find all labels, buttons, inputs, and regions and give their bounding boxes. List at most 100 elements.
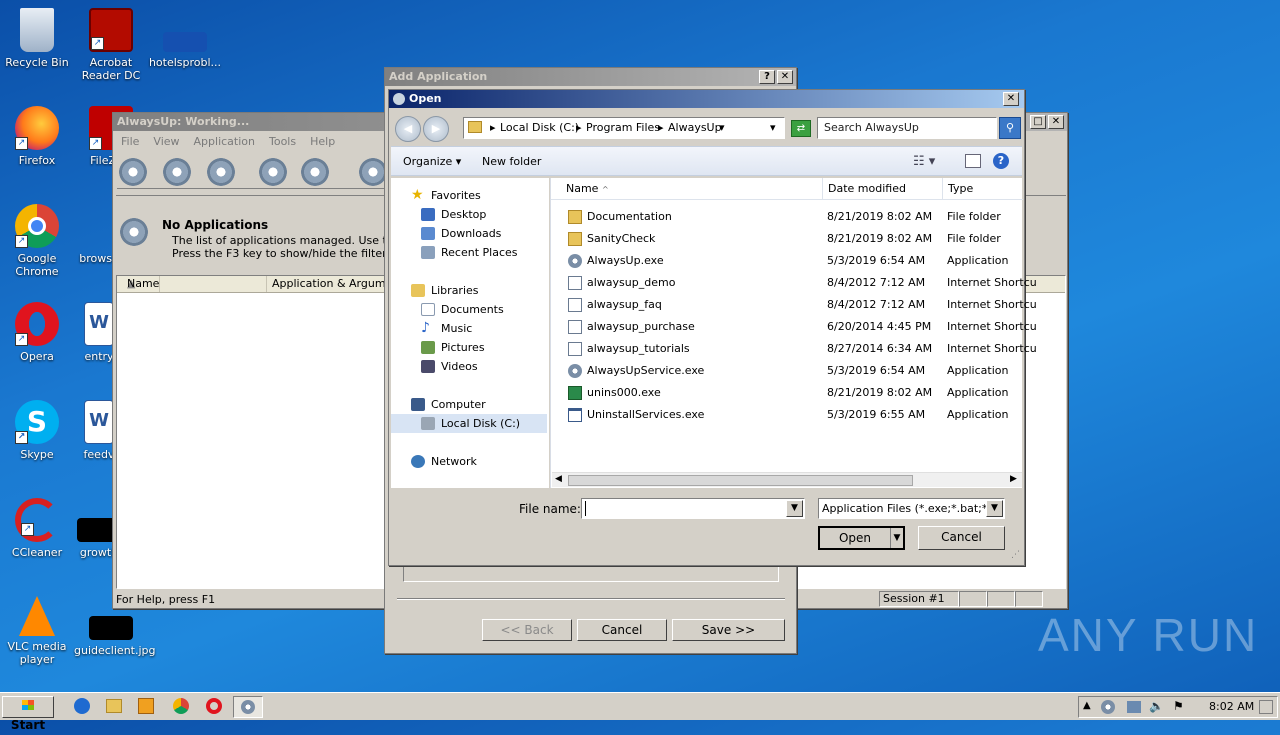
- folder-icon: [568, 210, 582, 224]
- view-options-icon[interactable]: ☷ ▾: [913, 154, 935, 169]
- chrome-icon[interactable]: [173, 698, 189, 714]
- organize-button[interactable]: Organize ▾: [403, 155, 461, 168]
- horizontal-scrollbar[interactable]: ◀ ▶: [552, 472, 1022, 487]
- menu-application[interactable]: Application: [194, 135, 255, 148]
- column-name[interactable]: Name ▲: [117, 276, 267, 292]
- save-button[interactable]: Save >>: [672, 619, 785, 641]
- breadcrumb-program-files[interactable]: Program Files: [586, 118, 660, 138]
- taskbar-alwaysup-button[interactable]: [233, 696, 263, 718]
- menu-view[interactable]: View: [153, 135, 179, 148]
- breadcrumb-alwaysup[interactable]: AlwaysUp: [668, 118, 722, 138]
- refresh-icon[interactable]: ⇄: [791, 120, 811, 137]
- file-row[interactable]: AlwaysUp.exe 5/3/2019 6:54 AM Application: [551, 250, 1021, 272]
- system-tray: ▲ 🔈 ⚑ 8:02 AM: [1078, 696, 1278, 718]
- nav-desktop[interactable]: Desktop: [421, 205, 486, 224]
- file-row[interactable]: UninstallServices.exe 5/3/2019 6:55 AM App…: [551, 404, 1021, 426]
- open-dropdown-icon[interactable]: ▼: [890, 528, 903, 548]
- filename-input[interactable]: ▼: [581, 498, 805, 519]
- scroll-right-icon[interactable]: ▶: [1010, 474, 1017, 484]
- nav-computer[interactable]: Computer: [411, 395, 486, 414]
- ie-icon[interactable]: [74, 698, 90, 714]
- preview-pane-icon[interactable]: [965, 154, 981, 168]
- cancel-button[interactable]: Cancel: [577, 619, 667, 641]
- back-button[interactable]: << Back: [482, 619, 572, 641]
- address-bar[interactable]: ▸ Local Disk (C:) ▸ Program Files ▸ Alwa…: [463, 117, 785, 139]
- column-name[interactable]: Name ^: [566, 178, 609, 201]
- menu-tools[interactable]: Tools: [269, 135, 296, 148]
- desktop-icon-vlc[interactable]: VLC media player: [0, 596, 74, 666]
- close-button[interactable]: ✕: [777, 70, 793, 84]
- gear-icon[interactable]: [207, 158, 235, 186]
- tray-expand-icon[interactable]: ▲: [1083, 700, 1091, 711]
- close-button[interactable]: ✕: [1048, 115, 1064, 129]
- file-row[interactable]: alwaysup_demo 8/4/2012 7:12 AM Internet Sh…: [551, 272, 1037, 294]
- scroll-left-icon[interactable]: ◀: [555, 474, 562, 484]
- file-name: alwaysup_faq: [587, 298, 662, 311]
- nav-documents[interactable]: Documents: [421, 300, 504, 319]
- help-button[interactable]: ?: [759, 70, 775, 84]
- forward-arrow-icon[interactable]: ▶: [423, 116, 449, 142]
- back-arrow-icon[interactable]: ◀: [395, 116, 421, 142]
- explorer-icon[interactable]: [106, 699, 122, 713]
- chrome-icon: ↗: [15, 204, 59, 248]
- menu-help[interactable]: Help: [310, 135, 335, 148]
- nav-pictures[interactable]: Pictures: [421, 338, 485, 357]
- filename-dropdown-icon[interactable]: ▼: [786, 500, 803, 517]
- maximize-button[interactable]: □: [1030, 115, 1046, 129]
- file-row[interactable]: SanityCheck 8/21/2019 8:02 AM File folder: [551, 228, 1021, 250]
- file-name: alwaysup_purchase: [587, 320, 695, 333]
- open-button[interactable]: Open ▼: [818, 526, 905, 550]
- nav-network[interactable]: Network: [411, 452, 477, 471]
- menu-file[interactable]: File: [121, 135, 139, 148]
- status-panel: [1015, 591, 1043, 607]
- nav-videos[interactable]: Videos: [421, 357, 478, 376]
- breadcrumb-local-disk[interactable]: Local Disk (C:): [500, 118, 579, 138]
- file-row[interactable]: alwaysup_purchase 6/20/2014 4:45 PM Intern…: [551, 316, 1037, 338]
- scrollbar-thumb[interactable]: [568, 475, 913, 486]
- nav-favorites[interactable]: ★ Favorites: [411, 186, 481, 205]
- file-row[interactable]: Documentation 8/21/2019 8:02 AM File folde…: [551, 206, 1021, 228]
- nav-music[interactable]: ♪ Music: [421, 319, 472, 338]
- flag-icon[interactable]: ⚑: [1173, 699, 1184, 713]
- filetype-select[interactable]: Application Files (*.exe;*.bat;*.ln ▼: [818, 498, 1005, 519]
- add-application-gear-icon[interactable]: [119, 158, 147, 186]
- nav-libraries[interactable]: Libraries: [411, 281, 479, 300]
- shortcut-arrow-icon: ↗: [21, 523, 34, 536]
- gear-icon[interactable]: [163, 158, 191, 186]
- nav-downloads[interactable]: Downloads: [421, 224, 501, 243]
- media-player-icon[interactable]: [138, 698, 154, 714]
- desktop-icon-recycle-bin[interactable]: Recycle Bin: [0, 8, 74, 69]
- gear-icon[interactable]: [301, 158, 329, 186]
- file-row[interactable]: alwaysup_faq 8/4/2012 7:12 AM Internet Sho…: [551, 294, 1037, 316]
- address-dropdown-icon[interactable]: ▾: [770, 118, 776, 138]
- filetype-dropdown-icon[interactable]: ▼: [986, 500, 1003, 517]
- file-row[interactable]: AlwaysUpService.exe 5/3/2019 6:54 AM Appli…: [551, 360, 1021, 382]
- volume-icon[interactable]: 🔈: [1149, 699, 1164, 713]
- file-row[interactable]: unins000.exe 8/21/2019 8:02 AM Application: [551, 382, 1021, 404]
- help-icon[interactable]: ?: [993, 153, 1009, 169]
- opera-icon[interactable]: [206, 698, 222, 714]
- start-button[interactable]: Start: [2, 696, 54, 732]
- cancel-button[interactable]: Cancel: [918, 526, 1005, 550]
- column-type[interactable]: Type: [942, 178, 973, 200]
- resize-grip-icon[interactable]: ⋰: [1011, 550, 1020, 560]
- close-button[interactable]: ✕: [1003, 92, 1019, 106]
- desktop-icon-hotels[interactable]: hotelsprobl...: [148, 8, 222, 69]
- desktop-icon-acrobat[interactable]: ↗ Acrobat Reader DC: [74, 8, 148, 82]
- alwaysup-tray-icon[interactable]: [1101, 700, 1115, 714]
- toolbar: [117, 155, 387, 189]
- column-date[interactable]: Date modified: [822, 178, 906, 200]
- search-icon[interactable]: ⚲: [999, 117, 1021, 139]
- desktop-icon-firefox[interactable]: ↗ Firefox: [0, 106, 74, 167]
- gear-icon[interactable]: [359, 158, 387, 186]
- show-desktop-button[interactable]: [1259, 700, 1273, 714]
- file-row[interactable]: alwaysup_tutorials 8/27/2014 6:34 AM Inter…: [551, 338, 1037, 360]
- nav-recent[interactable]: Recent Places: [421, 243, 518, 262]
- search-input[interactable]: Search AlwaysUp: [817, 117, 997, 139]
- network-tray-icon[interactable]: [1127, 701, 1141, 713]
- clock[interactable]: 8:02 AM: [1209, 700, 1254, 713]
- gear-icon[interactable]: [259, 158, 287, 186]
- windows-logo-icon: [22, 700, 34, 710]
- nav-local-disk[interactable]: Local Disk (C:): [391, 414, 547, 433]
- new-folder-button[interactable]: New folder: [482, 155, 541, 168]
